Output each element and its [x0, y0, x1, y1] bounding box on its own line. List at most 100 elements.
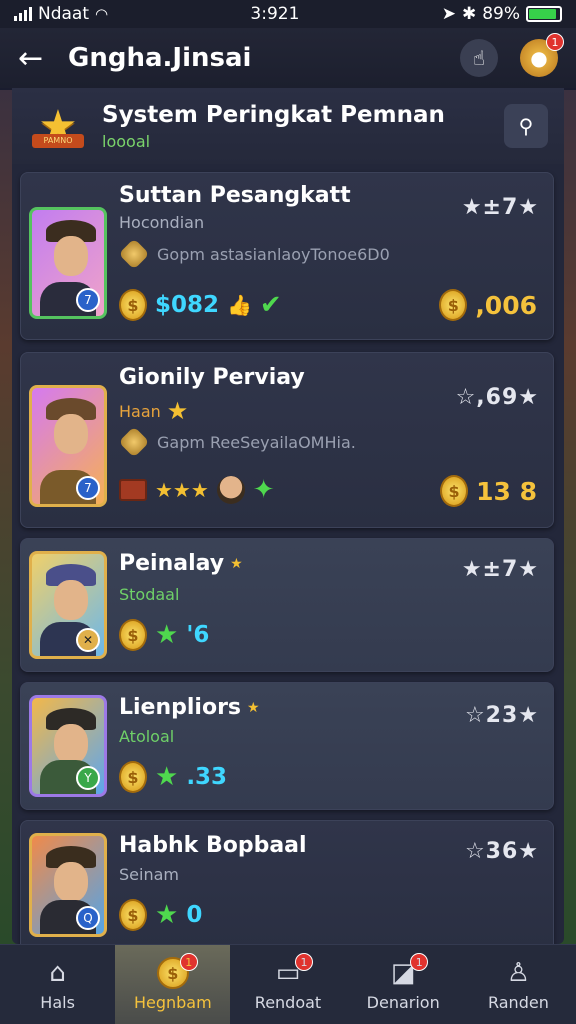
- chest-icon: [119, 479, 147, 501]
- face-graphic: [54, 414, 88, 454]
- mini-avatar-icon: [216, 476, 245, 504]
- coin-icon: $: [119, 761, 147, 793]
- nav-item-rendoat[interactable]: ▭ 1 Rendoat: [230, 945, 345, 1024]
- nav-item-denarion[interactable]: ◪ 1 Denarion: [346, 945, 461, 1024]
- rank-badge: 7: [76, 476, 100, 500]
- coin-total: $ ,006: [439, 289, 537, 321]
- player-name-row: Peinalay ★: [119, 551, 243, 576]
- nav-label: Hals: [40, 993, 75, 1012]
- bottom-nav: ⌂ Hals $ 1 Hegnbam ▭ 1 Rendoat ◪ 1 Denar…: [0, 944, 576, 1024]
- battery-icon: [526, 6, 562, 22]
- message-icon: ▭ 1: [271, 953, 313, 989]
- player-stats: $ ★ '6: [119, 619, 209, 651]
- player-rating: ☆36★: [464, 839, 539, 864]
- gem-icon: [118, 238, 150, 270]
- face-graphic: [54, 862, 88, 902]
- player-name-row: Lienpliors ★: [119, 695, 260, 720]
- player-description: Gapm ReeSeyailaOMHia.: [118, 426, 356, 458]
- player-role: Hocondian: [119, 213, 205, 232]
- player-stats: $ $082 👍 ✔: [119, 289, 282, 321]
- player-avatar: 7: [29, 385, 107, 507]
- notifications-button[interactable]: ● 1: [520, 33, 564, 77]
- player-role-row: Haan ★: [119, 397, 188, 425]
- player-rating: ★±7★: [461, 557, 539, 582]
- star-icon: ★: [166, 397, 189, 425]
- face-graphic: [54, 580, 88, 620]
- player-card-2[interactable]: 7 Gionily Perviay Haan ★ ☆,69★ Gapm ReeS…: [20, 352, 554, 528]
- rank-badge: Y: [76, 766, 100, 790]
- nav-label: Rendoat: [254, 993, 322, 1012]
- coin-total-value: ,006: [475, 290, 537, 320]
- bluetooth-icon: ✱: [461, 4, 477, 24]
- player-avatar: Q: [29, 833, 107, 937]
- user-icon: ♙: [506, 958, 531, 988]
- coin-total: $ 13 8: [440, 475, 537, 507]
- nav-item-hals[interactable]: ⌂ Hals: [0, 945, 115, 1024]
- star-icon: ★: [247, 699, 260, 716]
- carrier-label: Ndaat: [38, 4, 90, 24]
- green-star-icon: ★: [155, 762, 179, 792]
- page-title: Gngha.Jinsai: [68, 43, 252, 73]
- player-items: ★★★ ✦: [119, 475, 275, 505]
- description-text: Gapm ReeSeyailaOMHia.: [157, 432, 356, 452]
- face-graphic: [54, 724, 88, 764]
- player-name: Peinalay: [119, 551, 225, 576]
- rank-badge: ✕: [76, 628, 100, 652]
- player-name: Suttan Pesangkatt: [119, 183, 351, 208]
- score-value: '6: [186, 622, 210, 648]
- star-icon: ★: [230, 555, 243, 572]
- panel-title: System Peringkat Pemnan: [102, 101, 445, 128]
- player-role: Stodaal: [119, 585, 180, 604]
- nav-label: Randen: [487, 993, 549, 1012]
- chart-icon: ◪ 1: [386, 953, 429, 989]
- nav-badge: 1: [410, 953, 429, 971]
- touch-button[interactable]: ☝: [460, 39, 498, 77]
- green-star-icon: ✦: [252, 475, 275, 505]
- player-role: Haan: [119, 401, 161, 421]
- thumbs-up-icon: 👍: [227, 293, 252, 317]
- score-value: $082: [155, 292, 220, 318]
- nav-label: Hegnbam: [133, 993, 212, 1012]
- user-search-icon: ⚲: [518, 114, 534, 138]
- panel-subtitle: loooal: [102, 131, 151, 151]
- panel-titlebar: ★ PAMNO System Peringkat Pemnan loooal ⚲: [12, 88, 564, 164]
- signal-icon: [14, 7, 32, 21]
- coin-total-value: 13 8: [476, 476, 537, 506]
- player-card-4[interactable]: Y Lienpliors ★ Atoloal ☆23★ $ ★ .33: [20, 682, 554, 810]
- score-value: .33: [186, 764, 228, 790]
- status-bar: Ndaat ◠ 3:921 ➤ ✱ 89%: [0, 0, 576, 28]
- nav-item-randen[interactable]: ♙ Randen: [461, 945, 576, 1024]
- back-arrow-icon[interactable]: ←: [18, 41, 58, 76]
- green-star-icon: ★: [155, 620, 179, 650]
- score-value: 0: [186, 902, 203, 928]
- ranking-logo: ★ PAMNO: [28, 98, 88, 154]
- player-name: Habhk Bopbaal: [119, 833, 307, 858]
- gold-coin-icon: $: [440, 475, 469, 507]
- player-card-5[interactable]: Q Habhk Bopbaal Seinam ☆36★ $ ★ 0: [20, 820, 554, 950]
- description-text: Gopm astasianlaoyTonoe6D0: [157, 244, 390, 264]
- player-stats: $ ★ .33: [119, 761, 227, 793]
- player-rating: ★±7★: [461, 195, 539, 220]
- nav-item-hegnbam[interactable]: $ 1 Hegnbam: [115, 945, 231, 1024]
- nav-badge: 1: [295, 953, 313, 971]
- player-avatar: 7: [29, 207, 107, 319]
- tap-icon: ☝: [472, 46, 486, 70]
- gold-coin-icon: $: [439, 289, 468, 321]
- player-card-3[interactable]: ✕ Peinalay ★ Stodaal ★±7★ $ ★ '6: [20, 538, 554, 672]
- profile-search-button[interactable]: ⚲: [504, 104, 548, 148]
- player-rating: ☆23★: [464, 703, 539, 728]
- coin-icon: $: [119, 899, 147, 931]
- face-graphic: [54, 236, 88, 276]
- coin-icon: $: [119, 619, 147, 651]
- player-stats: $ ★ 0: [119, 899, 202, 931]
- nav-label: Denarion: [366, 993, 440, 1012]
- notification-badge: 1: [546, 33, 564, 51]
- green-star-icon: ★: [155, 900, 179, 930]
- rank-badge: Q: [76, 906, 100, 930]
- battery-percent: 89%: [482, 4, 520, 24]
- player-role: Atoloal: [119, 727, 175, 746]
- player-avatar: ✕: [29, 551, 107, 659]
- player-card-1[interactable]: 7 Suttan Pesangkatt Hocondian ★±7★ Gopm …: [20, 172, 554, 340]
- rank-badge: 7: [76, 288, 100, 312]
- gem-icon: [118, 426, 150, 458]
